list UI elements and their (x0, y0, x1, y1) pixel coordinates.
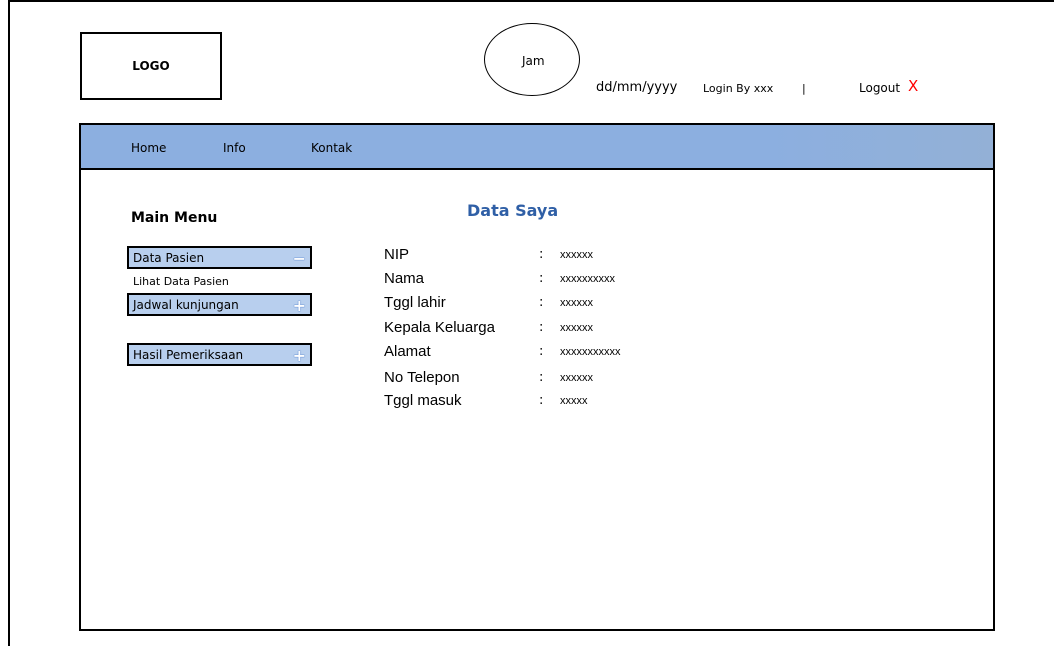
field-value: xxxxx (560, 395, 588, 407)
field-label: Tggl lahir (384, 294, 446, 311)
field-label: NIP (384, 246, 410, 263)
menu-lihat-data-pasien[interactable]: Lihat Data Pasien (133, 275, 229, 288)
plus-icon[interactable]: + (293, 346, 306, 365)
field-value: xxxxxx (560, 372, 593, 384)
field-separator: : (539, 295, 544, 310)
menu-hasil-pemeriksaan-label: Hasil Pemeriksaan (133, 348, 244, 362)
clock-label: Jam (522, 54, 545, 68)
logout-link[interactable]: Logout (859, 81, 900, 95)
field-separator: : (539, 271, 544, 286)
field-value: xxxxxxxxxx (560, 273, 615, 285)
main-menu-title: Main Menu (131, 210, 218, 226)
menu-data-pasien-label: Data Pasien (133, 251, 205, 265)
field-value: xxxxxx (560, 297, 593, 309)
field-value: xxxxxx (560, 249, 593, 261)
field-label: No Telepon (384, 369, 460, 386)
login-info: Login By xxx (703, 82, 774, 95)
logout-x-icon[interactable]: X (908, 77, 918, 95)
current-date: dd/mm/yyyy (596, 80, 678, 95)
clock: Jam (484, 23, 580, 96)
field-label: Kepala Keluarga (384, 319, 495, 336)
menu-jadwal-kunjungan[interactable]: Jadwal kunjungan + (127, 293, 312, 316)
main-container: Home Info Kontak Main Menu Data Pasien −… (79, 123, 995, 631)
field-separator: : (539, 320, 544, 335)
nav-bar: Home Info Kontak (81, 125, 993, 170)
logo-text: LOGO (132, 59, 170, 73)
field-value: xxxxxxxxxxx (560, 346, 621, 358)
field-separator: : (539, 247, 544, 262)
minus-icon[interactable]: − (293, 249, 306, 268)
menu-jadwal-kunjungan-label: Jadwal kunjungan (133, 298, 239, 312)
plus-icon[interactable]: + (293, 296, 306, 315)
field-separator: : (539, 370, 544, 385)
field-separator: : (539, 344, 544, 359)
field-value: xxxxxx (560, 322, 593, 334)
nav-item-info[interactable]: Info (223, 141, 246, 155)
content-title: Data Saya (467, 201, 559, 220)
menu-data-pasien[interactable]: Data Pasien − (127, 246, 312, 269)
nav-item-kontak[interactable]: Kontak (311, 141, 352, 155)
nav-item-home[interactable]: Home (131, 141, 166, 155)
field-label: Alamat (384, 343, 431, 360)
field-label: Tggl masuk (384, 392, 462, 409)
header-separator: | (802, 82, 806, 95)
logo: LOGO (80, 32, 222, 100)
field-label: Nama (384, 270, 425, 287)
menu-hasil-pemeriksaan[interactable]: Hasil Pemeriksaan + (127, 343, 312, 366)
field-separator: : (539, 393, 544, 408)
